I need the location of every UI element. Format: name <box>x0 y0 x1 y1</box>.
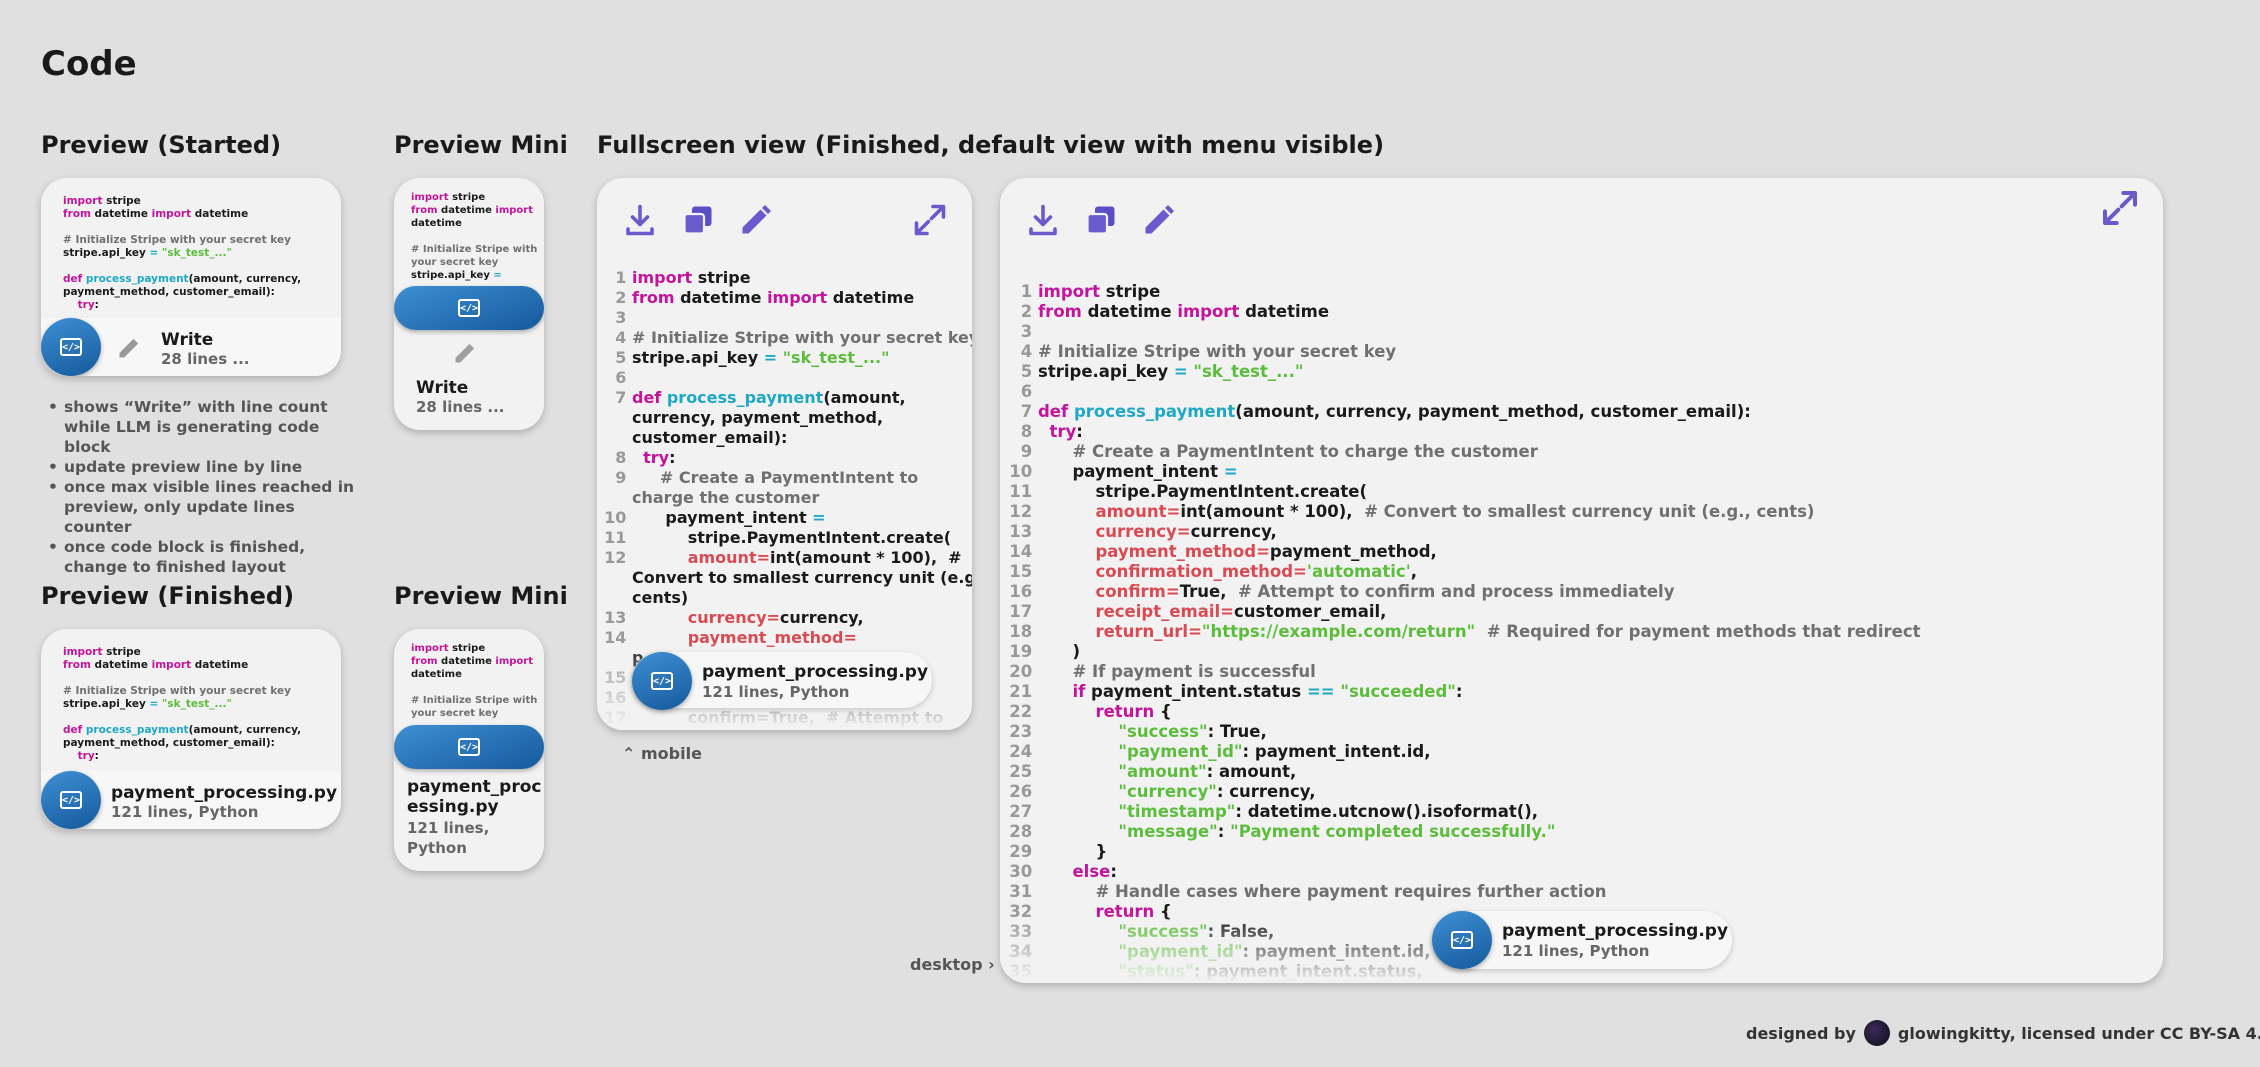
preview-finished-card[interactable]: import stripe from datetime import datet… <box>41 629 341 829</box>
write-label: Write <box>416 378 469 398</box>
code-icon: </> <box>394 725 544 769</box>
section-title-preview-mini: Preview Mini <box>394 131 568 159</box>
fullscreen-desktop-card[interactable]: 1 import stripe 2 from datetime import d… <box>1000 178 2163 983</box>
expand-icon[interactable] <box>912 202 948 238</box>
copy-icon[interactable] <box>680 202 716 238</box>
code-icon: </> <box>41 771 101 829</box>
preview-started-card[interactable]: import stripe from datetime import datet… <box>41 178 341 376</box>
avatar <box>1863 1020 1890 1046</box>
bullet-item: once max visible lines reached in previe… <box>46 477 366 537</box>
bullet-item: once code block is finished, change to f… <box>46 537 366 577</box>
expand-icon[interactable] <box>2100 188 2140 228</box>
footer-credit: designed by glowingkitty, licensed under… <box>1746 1020 2260 1046</box>
file-name: payment_processing.py <box>702 662 929 682</box>
footer-prefix: designed by <box>1746 1023 1856 1043</box>
code-preview: import stripe from datetime import datet… <box>411 192 538 281</box>
chevron-right-icon: › <box>988 955 995 974</box>
preview-mini-started-card[interactable]: import stripe from datetime import datet… <box>394 178 544 430</box>
copy-icon[interactable] <box>1083 202 1119 238</box>
file-name: payment_processing.py <box>111 783 338 803</box>
file-name: payment_processing.py <box>407 777 542 817</box>
footer-author: glowingkitty, licensed under CC BY-SA 4.… <box>1897 1023 2260 1043</box>
section-title-preview-finished: Preview (Finished) <box>41 582 295 610</box>
bullet-item: shows “Write” with line count while LLM … <box>46 397 366 457</box>
code-icon: </> <box>632 652 692 710</box>
code-icon: </> <box>1432 911 1492 969</box>
chevron-up-icon: ⌃ <box>622 744 636 763</box>
bullet-item: update preview line by line <box>46 457 366 477</box>
pencil-icon[interactable] <box>1141 202 1177 238</box>
fullscreen-mobile-card[interactable]: 1 import stripe 2 from datetime import d… <box>597 178 972 730</box>
file-meta: 121 lines, Python <box>111 803 259 821</box>
code-preview: import stripe from datetime import datet… <box>63 195 302 311</box>
file-meta: 121 lines, Python <box>1502 942 1650 960</box>
line-count: 28 lines ... <box>161 350 250 368</box>
section-title-preview-started: Preview (Started) <box>41 131 282 159</box>
write-label: Write <box>161 330 214 350</box>
pencil-icon <box>119 338 139 358</box>
line-count: 28 lines ... <box>416 398 505 416</box>
file-meta: 121 lines, Python <box>407 819 490 857</box>
page-title: Code <box>41 44 137 84</box>
desktop-label: desktop › <box>910 955 995 974</box>
pencil-icon <box>455 343 475 363</box>
code-preview: import stripe from datetime import datet… <box>63 646 302 762</box>
mobile-label: ⌃ mobile <box>622 744 702 763</box>
preview-mini-finished-card[interactable]: import stripe from datetime import datet… <box>394 629 544 871</box>
bullet-list: shows “Write” with line count while LLM … <box>46 397 366 577</box>
download-icon[interactable] <box>1025 202 1061 238</box>
pencil-icon[interactable] <box>738 202 774 238</box>
file-meta: 121 lines, Python <box>702 683 850 701</box>
code-preview: import stripe from datetime import datet… <box>411 643 538 719</box>
download-icon[interactable] <box>622 202 658 238</box>
code-icon: </> <box>394 286 544 330</box>
section-title-preview-mini-2: Preview Mini <box>394 582 568 610</box>
code-icon: </> <box>41 318 101 376</box>
section-title-fullscreen: Fullscreen view (Finished, default view … <box>597 131 1385 159</box>
file-name: payment_processing.py <box>1502 921 1729 941</box>
code-listing: 1 import stripe 2 from datetime import d… <box>1009 282 1921 981</box>
